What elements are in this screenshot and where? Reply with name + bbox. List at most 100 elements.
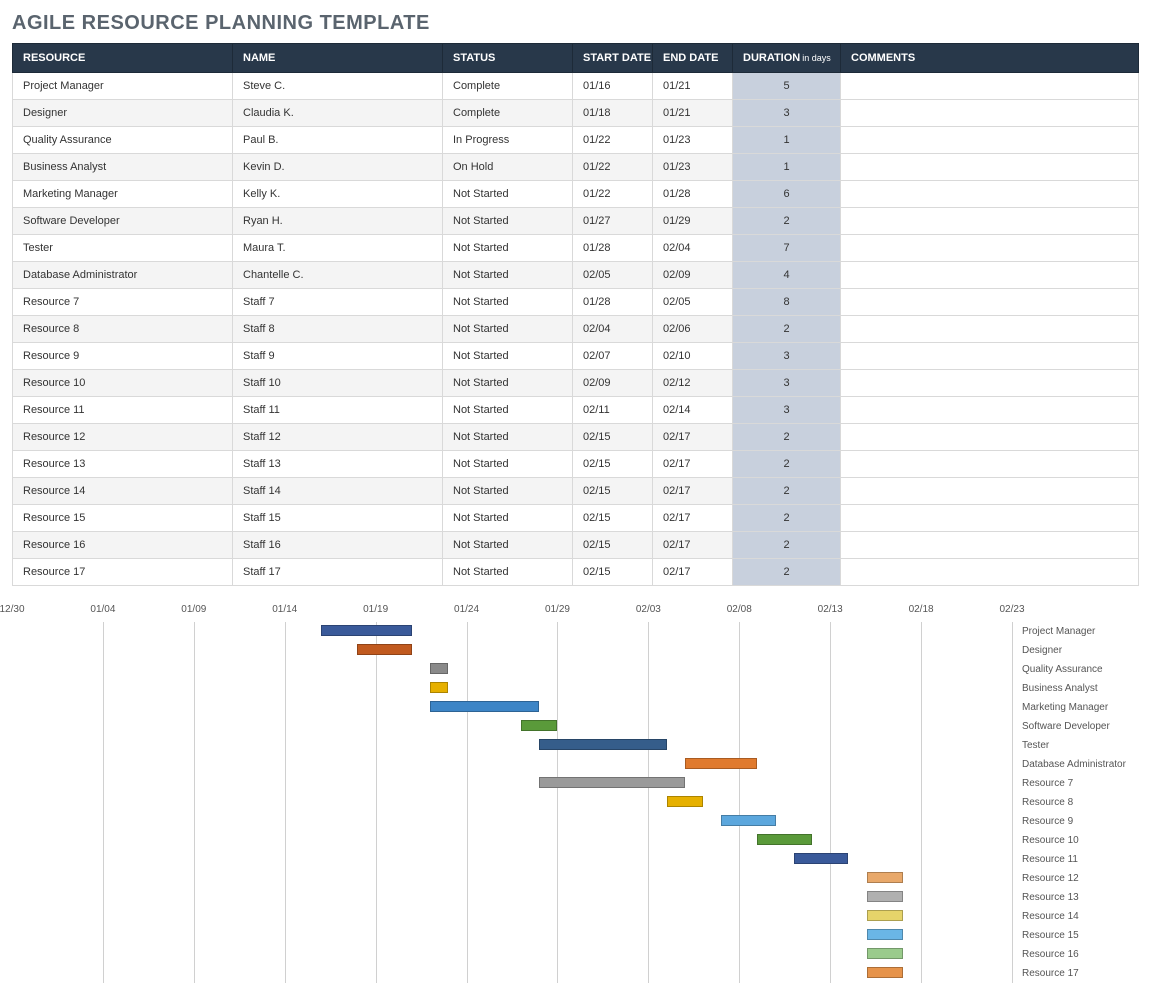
cell-comments[interactable] bbox=[841, 424, 1139, 451]
cell-name[interactable]: Kevin D. bbox=[233, 154, 443, 181]
cell-end[interactable]: 02/04 bbox=[653, 235, 733, 262]
cell-comments[interactable] bbox=[841, 532, 1139, 559]
cell-status[interactable]: On Hold bbox=[443, 154, 573, 181]
cell-resource[interactable]: Marketing Manager bbox=[13, 181, 233, 208]
cell-start[interactable]: 02/15 bbox=[573, 478, 653, 505]
cell-end[interactable]: 01/23 bbox=[653, 127, 733, 154]
cell-name[interactable]: Staff 7 bbox=[233, 289, 443, 316]
cell-name[interactable]: Staff 16 bbox=[233, 532, 443, 559]
cell-duration[interactable]: 2 bbox=[733, 505, 841, 532]
cell-status[interactable]: Complete bbox=[443, 73, 573, 100]
cell-resource[interactable]: Resource 13 bbox=[13, 451, 233, 478]
cell-status[interactable]: Not Started bbox=[443, 316, 573, 343]
cell-name[interactable]: Staff 11 bbox=[233, 397, 443, 424]
cell-start[interactable]: 02/15 bbox=[573, 451, 653, 478]
cell-end[interactable]: 02/06 bbox=[653, 316, 733, 343]
cell-end[interactable]: 02/09 bbox=[653, 262, 733, 289]
cell-start[interactable]: 02/15 bbox=[573, 505, 653, 532]
cell-name[interactable]: Paul B. bbox=[233, 127, 443, 154]
cell-status[interactable]: Not Started bbox=[443, 424, 573, 451]
cell-end[interactable]: 02/10 bbox=[653, 343, 733, 370]
cell-status[interactable]: Not Started bbox=[443, 505, 573, 532]
cell-end[interactable]: 02/17 bbox=[653, 505, 733, 532]
cell-resource[interactable]: Resource 7 bbox=[13, 289, 233, 316]
cell-duration[interactable]: 2 bbox=[733, 208, 841, 235]
cell-start[interactable]: 02/15 bbox=[573, 424, 653, 451]
cell-comments[interactable] bbox=[841, 235, 1139, 262]
cell-status[interactable]: Not Started bbox=[443, 289, 573, 316]
cell-status[interactable]: Not Started bbox=[443, 208, 573, 235]
cell-comments[interactable] bbox=[841, 154, 1139, 181]
cell-start[interactable]: 02/09 bbox=[573, 370, 653, 397]
cell-end[interactable]: 01/28 bbox=[653, 181, 733, 208]
cell-start[interactable]: 02/15 bbox=[573, 532, 653, 559]
cell-name[interactable]: Claudia K. bbox=[233, 100, 443, 127]
cell-end[interactable]: 02/17 bbox=[653, 532, 733, 559]
cell-comments[interactable] bbox=[841, 100, 1139, 127]
cell-duration[interactable]: 2 bbox=[733, 478, 841, 505]
cell-start[interactable]: 01/22 bbox=[573, 154, 653, 181]
cell-comments[interactable] bbox=[841, 370, 1139, 397]
cell-resource[interactable]: Resource 17 bbox=[13, 559, 233, 586]
cell-name[interactable]: Staff 8 bbox=[233, 316, 443, 343]
cell-start[interactable]: 02/15 bbox=[573, 559, 653, 586]
cell-start[interactable]: 01/28 bbox=[573, 235, 653, 262]
cell-comments[interactable] bbox=[841, 316, 1139, 343]
cell-name[interactable]: Staff 9 bbox=[233, 343, 443, 370]
cell-resource[interactable]: Designer bbox=[13, 100, 233, 127]
cell-end[interactable]: 02/17 bbox=[653, 559, 733, 586]
cell-name[interactable]: Staff 10 bbox=[233, 370, 443, 397]
cell-name[interactable]: Kelly K. bbox=[233, 181, 443, 208]
cell-status[interactable]: Complete bbox=[443, 100, 573, 127]
cell-status[interactable]: Not Started bbox=[443, 397, 573, 424]
cell-end[interactable]: 02/17 bbox=[653, 451, 733, 478]
cell-comments[interactable] bbox=[841, 262, 1139, 289]
cell-name[interactable]: Staff 13 bbox=[233, 451, 443, 478]
cell-start[interactable]: 02/11 bbox=[573, 397, 653, 424]
cell-resource[interactable]: Resource 11 bbox=[13, 397, 233, 424]
cell-name[interactable]: Steve C. bbox=[233, 73, 443, 100]
cell-start[interactable]: 01/18 bbox=[573, 100, 653, 127]
cell-end[interactable]: 02/12 bbox=[653, 370, 733, 397]
cell-resource[interactable]: Software Developer bbox=[13, 208, 233, 235]
cell-duration[interactable]: 2 bbox=[733, 424, 841, 451]
cell-duration[interactable]: 5 bbox=[733, 73, 841, 100]
cell-status[interactable]: Not Started bbox=[443, 181, 573, 208]
cell-name[interactable]: Staff 17 bbox=[233, 559, 443, 586]
cell-comments[interactable] bbox=[841, 73, 1139, 100]
cell-comments[interactable] bbox=[841, 451, 1139, 478]
cell-resource[interactable]: Resource 10 bbox=[13, 370, 233, 397]
cell-duration[interactable]: 4 bbox=[733, 262, 841, 289]
cell-comments[interactable] bbox=[841, 559, 1139, 586]
cell-name[interactable]: Staff 14 bbox=[233, 478, 443, 505]
cell-duration[interactable]: 7 bbox=[733, 235, 841, 262]
cell-duration[interactable]: 3 bbox=[733, 343, 841, 370]
cell-status[interactable]: Not Started bbox=[443, 370, 573, 397]
cell-start[interactable]: 01/28 bbox=[573, 289, 653, 316]
cell-resource[interactable]: Resource 16 bbox=[13, 532, 233, 559]
cell-status[interactable]: Not Started bbox=[443, 451, 573, 478]
cell-end[interactable]: 01/29 bbox=[653, 208, 733, 235]
cell-duration[interactable]: 1 bbox=[733, 127, 841, 154]
cell-start[interactable]: 02/05 bbox=[573, 262, 653, 289]
cell-comments[interactable] bbox=[841, 289, 1139, 316]
cell-end[interactable]: 02/05 bbox=[653, 289, 733, 316]
cell-start[interactable]: 01/16 bbox=[573, 73, 653, 100]
cell-end[interactable]: 01/23 bbox=[653, 154, 733, 181]
cell-comments[interactable] bbox=[841, 505, 1139, 532]
cell-status[interactable]: Not Started bbox=[443, 478, 573, 505]
cell-status[interactable]: Not Started bbox=[443, 559, 573, 586]
cell-name[interactable]: Chantelle C. bbox=[233, 262, 443, 289]
cell-resource[interactable]: Business Analyst bbox=[13, 154, 233, 181]
cell-end[interactable]: 02/17 bbox=[653, 478, 733, 505]
cell-status[interactable]: Not Started bbox=[443, 343, 573, 370]
cell-start[interactable]: 02/07 bbox=[573, 343, 653, 370]
cell-duration[interactable]: 2 bbox=[733, 316, 841, 343]
cell-end[interactable]: 01/21 bbox=[653, 100, 733, 127]
cell-end[interactable]: 02/17 bbox=[653, 424, 733, 451]
cell-name[interactable]: Maura T. bbox=[233, 235, 443, 262]
cell-resource[interactable]: Tester bbox=[13, 235, 233, 262]
cell-name[interactable]: Staff 12 bbox=[233, 424, 443, 451]
cell-status[interactable]: Not Started bbox=[443, 235, 573, 262]
cell-name[interactable]: Staff 15 bbox=[233, 505, 443, 532]
